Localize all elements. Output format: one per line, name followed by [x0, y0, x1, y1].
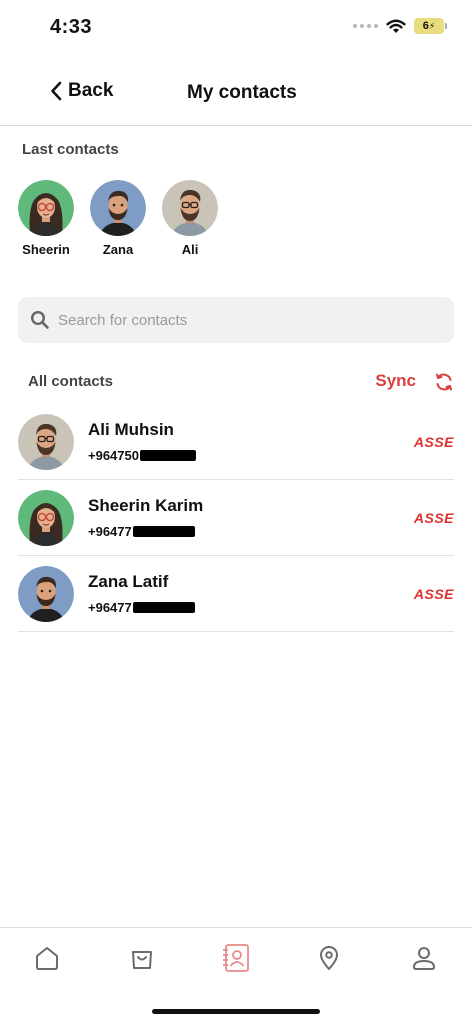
- home-icon: [36, 947, 58, 970]
- all-contacts-label: All contacts: [28, 373, 114, 390]
- contact-name: Ali Muhsin: [88, 420, 174, 439]
- contact-phone-wrap: +964750: [88, 448, 196, 463]
- sync-button[interactable]: Sync: [375, 371, 416, 391]
- contact-phone-wrap: +96477: [88, 600, 195, 615]
- recent-contact-sheerin[interactable]: Sheerin: [18, 180, 74, 257]
- contact-name: Zana Latif: [88, 572, 169, 591]
- contact-phone: +964750: [88, 448, 139, 463]
- recent-contact-name: Zana: [102, 242, 134, 257]
- contact-phone: +96477: [88, 524, 132, 539]
- man-glasses-beard-avatar: [162, 180, 218, 236]
- last-contacts-label: Last contacts: [22, 141, 119, 158]
- woman-glasses-avatar: [18, 489, 74, 546]
- tab-profile[interactable]: [406, 940, 442, 976]
- asse-brand-badge: ASSE: [413, 434, 454, 450]
- location-pin-icon: [320, 946, 338, 970]
- man-beard-avatar: [18, 565, 74, 622]
- back-label: Back: [68, 80, 114, 101]
- battery-icon: 6 ⚡: [414, 18, 447, 34]
- recent-contacts-row: Sheerin Zana Ali: [18, 180, 218, 257]
- redaction-bar: [132, 526, 195, 537]
- charging-bolt-icon: ⚡: [428, 20, 436, 31]
- woman-glasses-avatar: [18, 180, 74, 236]
- contact-row-sheerin-karim[interactable]: Sheerin Karim +96477 ASSE: [18, 480, 454, 556]
- contacts-icon: [223, 944, 249, 972]
- recent-contact-name: Ali: [181, 242, 199, 257]
- contact-phone-wrap: +96477: [88, 524, 203, 539]
- man-beard-avatar: [90, 180, 146, 236]
- tab-shop[interactable]: [124, 940, 160, 976]
- status-bar: 4:33 6 ⚡: [0, 0, 472, 56]
- refresh-icon[interactable]: [434, 372, 454, 392]
- asse-brand-badge: ASSE: [413, 586, 454, 602]
- tab-home[interactable]: [29, 940, 65, 976]
- recent-contact-ali[interactable]: Ali: [162, 180, 218, 257]
- cellular-signal-icon: [353, 24, 378, 28]
- contact-info: Ali Muhsin +964750: [88, 420, 196, 463]
- nav-header: Back My contacts: [0, 60, 472, 126]
- contact-info: Sheerin Karim +96477: [88, 496, 203, 539]
- search-box[interactable]: [18, 297, 454, 343]
- tab-location[interactable]: [311, 940, 347, 976]
- recent-contact-name: Sheerin: [22, 242, 70, 257]
- man-glasses-beard-avatar: [18, 413, 74, 470]
- redaction-bar: [139, 450, 196, 461]
- wifi-icon: [386, 19, 406, 33]
- asse-brand-badge: ASSE: [413, 510, 454, 526]
- status-indicators: 6 ⚡: [353, 18, 447, 34]
- home-indicator: [152, 1009, 320, 1014]
- redaction-bar: [132, 602, 195, 613]
- tab-bar: [0, 927, 472, 1024]
- contact-list: Ali Muhsin +964750 ASSE Sheerin Karim +9…: [18, 404, 454, 632]
- search-input[interactable]: [58, 311, 438, 329]
- contact-phone: +96477: [88, 600, 132, 615]
- back-button[interactable]: Back: [50, 80, 113, 102]
- tab-contacts[interactable]: [218, 940, 254, 976]
- recent-contact-zana[interactable]: Zana: [90, 180, 146, 257]
- page-title: My contacts: [187, 82, 297, 103]
- profile-icon: [413, 947, 435, 970]
- shopping-bag-icon: [132, 951, 152, 969]
- status-time: 4:33: [50, 16, 93, 38]
- contact-info: Zana Latif +96477: [88, 572, 195, 615]
- chevron-left-icon: [51, 81, 62, 101]
- search-icon: [30, 310, 49, 329]
- contact-name: Sheerin Karim: [88, 496, 204, 515]
- contact-row-ali-muhsin[interactable]: Ali Muhsin +964750 ASSE: [18, 404, 454, 480]
- contact-row-zana-latif[interactable]: Zana Latif +96477 ASSE: [18, 556, 454, 632]
